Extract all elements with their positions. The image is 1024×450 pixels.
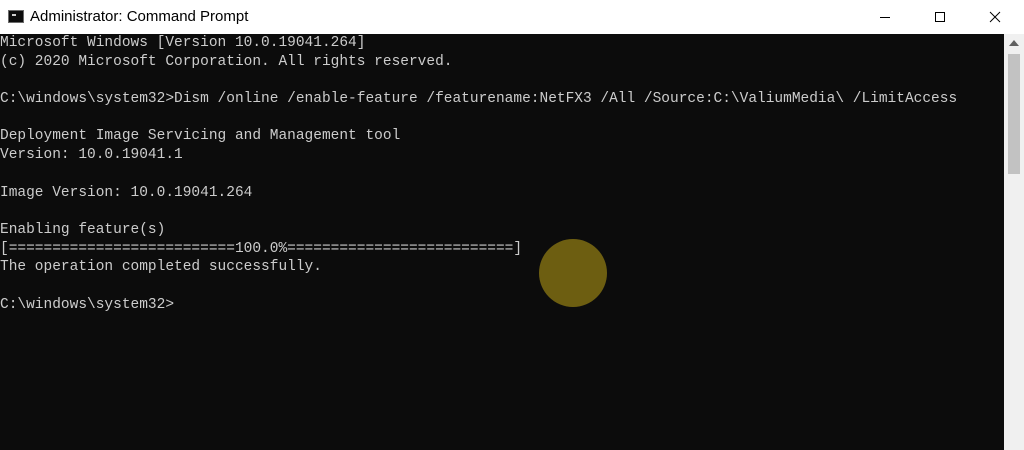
- console-prompt-line: C:\windows\system32>: [0, 296, 175, 313]
- maximize-icon: [935, 12, 945, 22]
- console-line: Enabling feature(s): [0, 221, 166, 238]
- console-line: Microsoft Windows [Version 10.0.19041.26…: [0, 35, 366, 51]
- console-line: C:\windows\system32>Dism /online /enable…: [0, 91, 958, 108]
- close-button[interactable]: [972, 0, 1018, 34]
- scrollbar-thumb[interactable]: [1008, 54, 1020, 174]
- minimize-icon: [880, 17, 890, 18]
- console-line: Deployment Image Servicing and Managemen…: [0, 128, 401, 145]
- console-line: [==========================100.0%=======…: [0, 240, 523, 257]
- console-line: Version: 10.0.19041.1: [0, 147, 183, 164]
- scroll-up-button[interactable]: [1004, 36, 1024, 50]
- command-prompt-icon[interactable]: [8, 10, 24, 23]
- console-line: Image Version: 10.0.19041.264: [0, 184, 253, 201]
- console-text: Microsoft Windows [Version 10.0.19041.26…: [0, 34, 1004, 314]
- window-title: Administrator: Command Prompt: [30, 8, 249, 25]
- mouse-cursor-highlight: [539, 239, 607, 307]
- console-line: The operation completed successfully.: [0, 259, 322, 276]
- console-output-area[interactable]: Microsoft Windows [Version 10.0.19041.26…: [0, 34, 1004, 450]
- close-icon: [989, 11, 1001, 23]
- maximize-button[interactable]: [917, 0, 963, 34]
- scroll-up-arrow-icon: [1009, 40, 1019, 46]
- minimize-button[interactable]: [862, 0, 908, 34]
- command-prompt-window: Administrator: Command Prompt Microsoft …: [0, 0, 1024, 450]
- title-bar[interactable]: Administrator: Command Prompt: [0, 0, 1024, 34]
- console-line: (c) 2020 Microsoft Corporation. All righ…: [0, 53, 453, 70]
- vertical-scrollbar[interactable]: [1004, 34, 1024, 450]
